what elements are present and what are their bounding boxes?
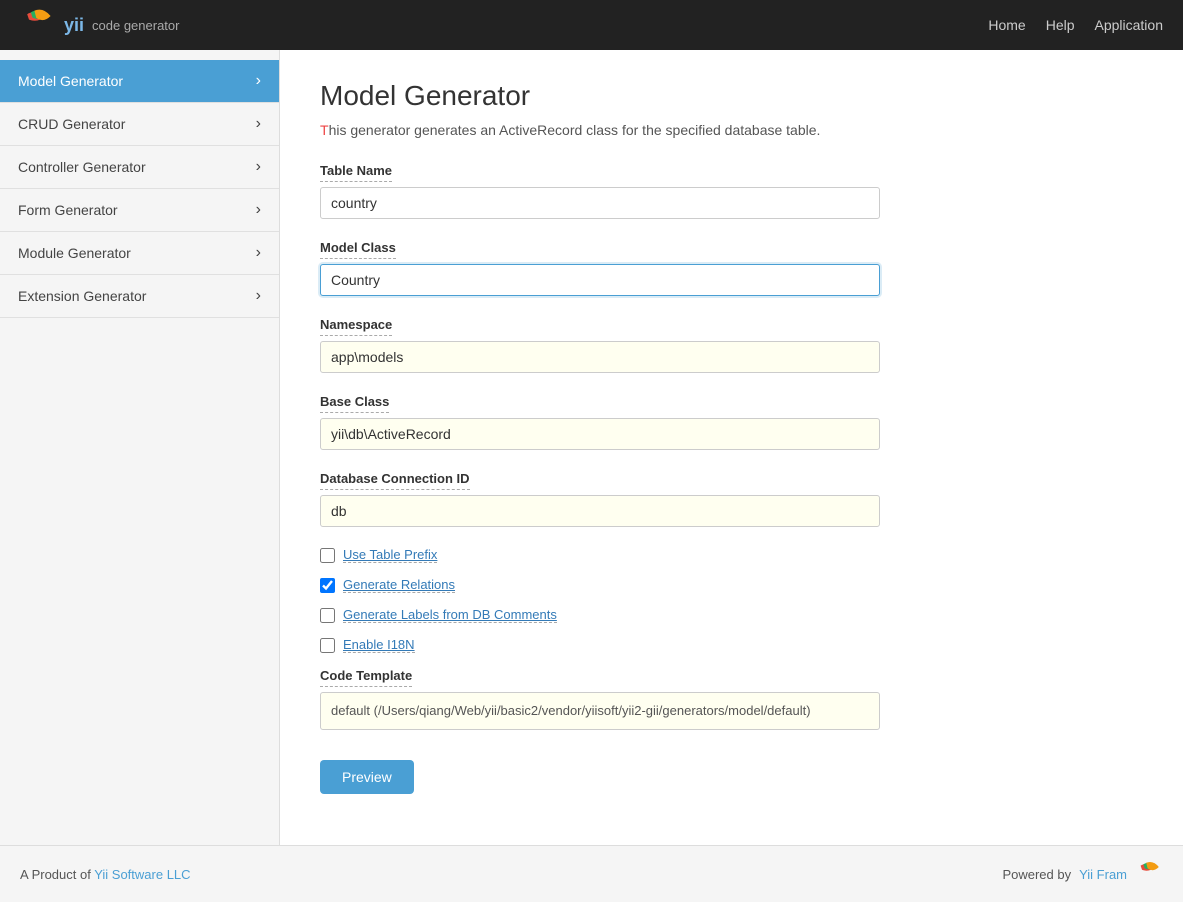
base-class-group: Base Class <box>320 393 1143 450</box>
chevron-right-icon: › <box>256 158 261 176</box>
db-connection-input[interactable] <box>320 495 880 527</box>
footer-left: A Product of Yii Software LLC <box>20 867 191 882</box>
model-class-group: Model Class <box>320 239 1143 296</box>
db-connection-group: Database Connection ID <box>320 470 1143 527</box>
footer-right-text: Powered by <box>1002 867 1071 882</box>
footer-left-text: A Product of <box>20 867 94 882</box>
use-table-prefix-label[interactable]: Use Table Prefix <box>343 547 437 563</box>
chevron-right-icon: › <box>256 244 261 262</box>
sidebar-item-label: Controller Generator <box>18 159 146 175</box>
nav-help[interactable]: Help <box>1046 17 1075 33</box>
chevron-right-icon: › <box>256 72 261 90</box>
footer-right: Powered by Yii Fram <box>1002 860 1163 888</box>
footer-left-link[interactable]: Yii Software LLC <box>94 867 190 882</box>
footer: A Product of Yii Software LLC Powered by… <box>0 845 1183 902</box>
generate-labels-label[interactable]: Generate Labels from DB Comments <box>343 607 557 623</box>
code-template-label: Code Template <box>320 668 412 687</box>
sidebar-item-crud-generator[interactable]: CRUD Generator › <box>0 103 279 146</box>
brand: yii code generator <box>20 7 179 43</box>
desc-rest: his generator generates an ActiveRecord … <box>329 122 821 138</box>
enable-i18n-label[interactable]: Enable I18N <box>343 637 415 653</box>
footer-right-link[interactable]: Yii Fram <box>1079 867 1127 882</box>
chevron-right-icon: › <box>256 287 261 305</box>
sidebar-item-label: Form Generator <box>18 202 118 218</box>
brand-subtitle: code generator <box>92 18 179 33</box>
sidebar-item-label: Module Generator <box>18 245 131 261</box>
generate-relations-group: Generate Relations <box>320 577 1143 593</box>
base-class-input[interactable] <box>320 418 880 450</box>
enable-i18n-group: Enable I18N <box>320 637 1143 653</box>
generate-relations-checkbox[interactable] <box>320 578 335 593</box>
yii-logo-icon <box>20 7 56 43</box>
page-description: This generator generates an ActiveRecord… <box>320 122 1143 138</box>
footer-yii-logo-icon <box>1135 860 1163 888</box>
brand-yii-text: yii <box>64 15 84 36</box>
sidebar-item-label: CRUD Generator <box>18 116 125 132</box>
namespace-input[interactable] <box>320 341 880 373</box>
code-template-value: default (/Users/qiang/Web/yii/basic2/ven… <box>320 692 880 730</box>
page-title: Model Generator <box>320 80 1143 112</box>
sidebar-item-controller-generator[interactable]: Controller Generator › <box>0 146 279 189</box>
nav-application[interactable]: Application <box>1095 17 1164 33</box>
chevron-right-icon: › <box>256 115 261 133</box>
sidebar-item-model-generator[interactable]: Model Generator › <box>0 60 279 103</box>
sidebar-item-label: Extension Generator <box>18 288 146 304</box>
main-content: Model Generator This generator generates… <box>280 50 1183 845</box>
generate-relations-label[interactable]: Generate Relations <box>343 577 455 593</box>
sidebar-item-module-generator[interactable]: Module Generator › <box>0 232 279 275</box>
preview-button[interactable]: Preview <box>320 760 414 794</box>
use-table-prefix-checkbox[interactable] <box>320 548 335 563</box>
chevron-right-icon: › <box>256 201 261 219</box>
namespace-label: Namespace <box>320 317 392 336</box>
navbar: yii code generator Home Help Application <box>0 0 1183 50</box>
code-template-group: Code Template default (/Users/qiang/Web/… <box>320 667 1143 730</box>
generate-labels-checkbox[interactable] <box>320 608 335 623</box>
namespace-group: Namespace <box>320 316 1143 373</box>
model-class-input[interactable] <box>320 264 880 296</box>
table-name-input[interactable] <box>320 187 880 219</box>
sidebar-item-label: Model Generator <box>18 73 123 89</box>
db-connection-label: Database Connection ID <box>320 471 470 490</box>
use-table-prefix-group: Use Table Prefix <box>320 547 1143 563</box>
base-class-label: Base Class <box>320 394 389 413</box>
generate-labels-group: Generate Labels from DB Comments <box>320 607 1143 623</box>
sidebar: Model Generator › CRUD Generator › Contr… <box>0 50 280 845</box>
main-wrapper: Model Generator › CRUD Generator › Contr… <box>0 50 1183 845</box>
desc-highlight: T <box>320 122 329 138</box>
table-name-label: Table Name <box>320 163 392 182</box>
sidebar-item-form-generator[interactable]: Form Generator › <box>0 189 279 232</box>
nav-home[interactable]: Home <box>988 17 1025 33</box>
model-class-label: Model Class <box>320 240 396 259</box>
enable-i18n-checkbox[interactable] <box>320 638 335 653</box>
sidebar-item-extension-generator[interactable]: Extension Generator › <box>0 275 279 318</box>
nav-links: Home Help Application <box>988 17 1163 33</box>
table-name-group: Table Name <box>320 162 1143 219</box>
